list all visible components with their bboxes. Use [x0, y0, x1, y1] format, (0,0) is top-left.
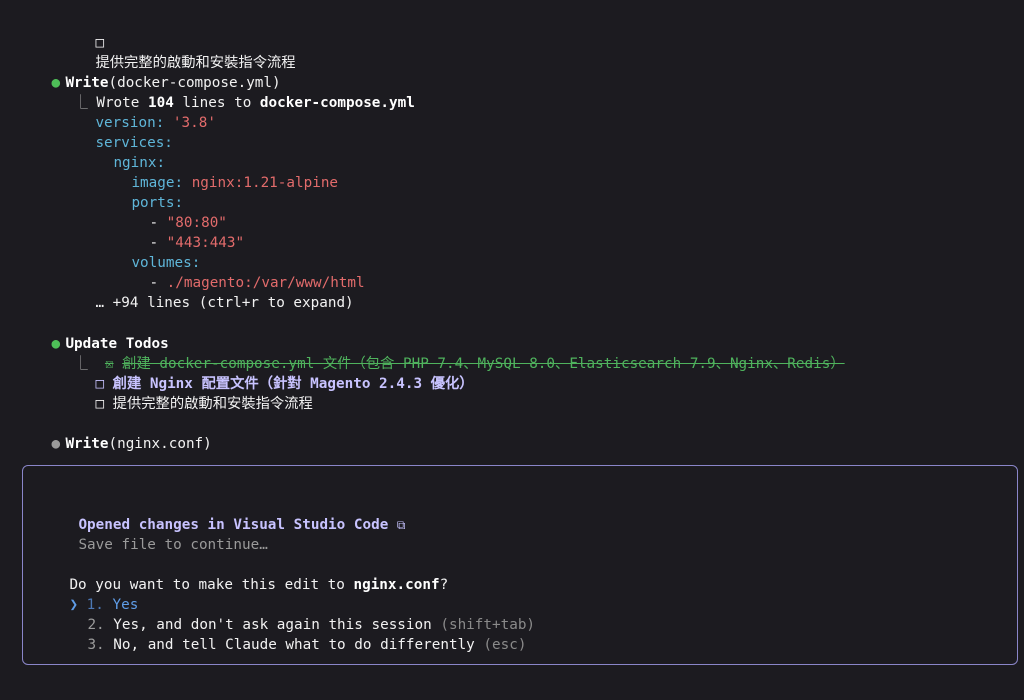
external-window-icon: ⧉	[396, 518, 406, 532]
todo-item-pending: □ 提供完整的啟動和安裝指令流程	[61, 374, 312, 412]
dialog-subtitle-text: Save file to continue…	[78, 537, 268, 553]
expand-hint-text: … +94 lines (ctrl+r to expand)	[95, 295, 354, 311]
dialog-question: Do you want to make this edit to nginx.c…	[35, 555, 448, 593]
yaml-line: - "443:443"	[115, 213, 244, 251]
todo-item-active: □ 創建 Nginx 配置文件（針對 Magento 2.4.3 優化）	[61, 354, 473, 392]
tool-call-update-todos: ● Update Todos	[17, 314, 168, 352]
yaml-line: image: nginx:1.21-alpine	[97, 153, 338, 191]
yaml-line: nginx:	[79, 133, 165, 171]
yaml-value: nginx:1.21-alpine	[191, 175, 339, 191]
todo-pending-line: □ 提供完整的啟動和安裝指令流程	[61, 13, 295, 71]
tool-result: ⎿ Wrote 104 lines to docker-compose.yml	[39, 73, 414, 111]
terminal: □ 提供完整的啟動和安裝指令流程 ● Write(docker-compose.y…	[0, 0, 1024, 700]
yaml-line: - "80:80"	[115, 193, 226, 231]
todo-text: 提供完整的啟動和安裝指令流程	[112, 396, 313, 412]
dialog-subtitle: Save file to continue…	[44, 515, 267, 553]
tool-name: Write	[65, 436, 109, 452]
yaml-line: services:	[61, 113, 172, 151]
question-suffix: ?	[439, 577, 449, 593]
question-file: nginx.conf	[353, 577, 440, 593]
todo-item-done: ⎿ ☒ 創建 docker-compose.yml 文件（包含 PHP 7.4、…	[39, 334, 844, 372]
yaml-line: ports:	[97, 173, 183, 211]
expand-hint[interactable]: … +94 lines (ctrl+r to expand)	[61, 273, 353, 311]
result-file: docker-compose.yml	[259, 95, 415, 111]
yaml-line: version: '3.8'	[61, 93, 216, 131]
option-label: No, and tell Claude what to do different…	[113, 637, 484, 653]
yaml-line: volumes:	[97, 233, 200, 271]
tool-arg: (nginx.conf)	[108, 436, 212, 452]
option-no[interactable]: 3. No, and tell Claude what to do differ…	[53, 615, 526, 653]
yaml-line: - ./magento:/var/www/html	[115, 253, 364, 291]
option-yes-dont-ask[interactable]: 2. Yes, and don't ask again this session…	[53, 595, 535, 633]
tool-call-write-compose: ● Write(docker-compose.yml)	[17, 53, 280, 91]
checkbox-icon: □	[95, 396, 105, 412]
checkbox-icon: □	[95, 35, 105, 51]
option-shortcut: (esc)	[483, 637, 527, 653]
dialog-title: Opened changes in Visual Studio Code ⧉	[44, 495, 405, 533]
option-yes[interactable]: ❯ 1. Yes	[35, 575, 138, 613]
tool-call-write-nginx: ● Write(nginx.conf)	[17, 414, 211, 452]
yaml-value: '3.8'	[172, 115, 216, 131]
status-dot-icon: ●	[51, 436, 61, 452]
option-number: 3.	[87, 637, 105, 653]
